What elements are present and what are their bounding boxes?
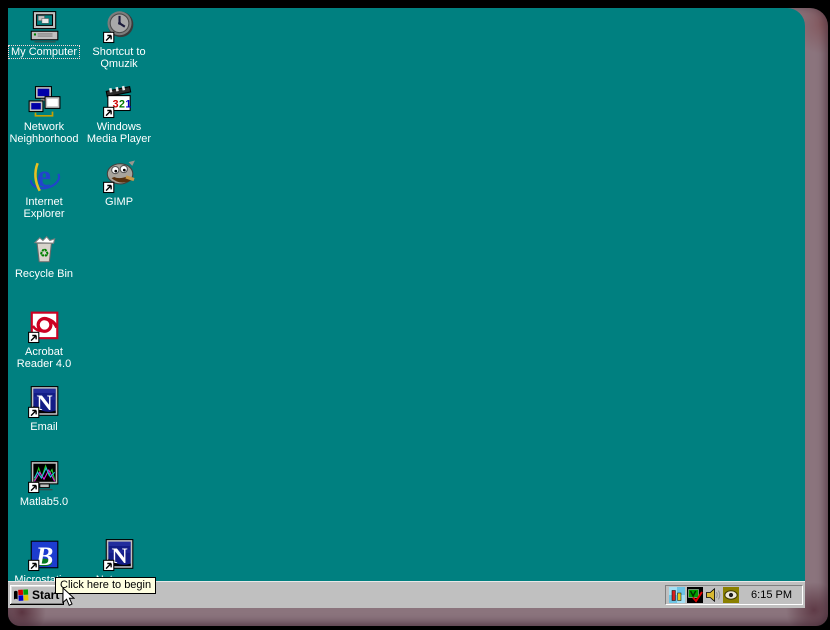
desktop-icon-network-neighborhood[interactable]: Network Neighborhood bbox=[8, 85, 81, 145]
desktop-icon-label: Recycle Bin bbox=[13, 268, 75, 280]
system-tray: 6:15 PM bbox=[665, 585, 803, 605]
gimp-icon bbox=[102, 160, 136, 194]
desktop-icon-shortcut-to-qmuzik[interactable]: Shortcut to Qmuzik bbox=[82, 10, 156, 70]
desktop[interactable]: My ComputerShortcut to Qmuzik Network Nei… bbox=[8, 8, 805, 608]
svg-text:1: 1 bbox=[125, 98, 131, 110]
clock-icon bbox=[102, 10, 136, 44]
desktop-icon-acrobat-reader-4-0[interactable]: Acrobat Reader 4.0 bbox=[8, 310, 81, 370]
desktop-icon-my-computer[interactable]: My Computer bbox=[8, 10, 81, 58]
desktop-icon-windows-media-player[interactable]: 321Windows Media Player bbox=[82, 85, 156, 145]
eye-icon[interactable] bbox=[723, 587, 739, 603]
desktop-icon-label: My Computer bbox=[9, 46, 79, 58]
taskbar-clock[interactable]: 6:15 PM bbox=[741, 589, 798, 601]
matlab-icon bbox=[27, 460, 61, 494]
desktop-icon-label: Internet Explorer bbox=[8, 196, 81, 220]
mouse-cursor-icon bbox=[62, 587, 75, 608]
netscape-icon: N bbox=[27, 385, 61, 419]
desktop-icon-label: Email bbox=[28, 421, 60, 433]
desktop-icon-label: GIMP bbox=[103, 196, 135, 208]
desktop-icon-recycle-bin[interactable]: ♻ Recycle Bin bbox=[8, 232, 81, 280]
desktop-icon-label: Network Neighborhood bbox=[8, 121, 81, 145]
desktop-icon-internet-explorer[interactable]: eInternet Explorer bbox=[8, 160, 81, 220]
windows-logo-icon bbox=[13, 588, 29, 603]
desktop-icon-label: Shortcut to Qmuzik bbox=[82, 46, 156, 70]
desktop-icon-matlab5-0[interactable]: Matlab5.0 bbox=[8, 460, 81, 508]
antivirus-icon[interactable] bbox=[687, 587, 703, 603]
task-monitor-icon[interactable] bbox=[669, 587, 685, 603]
recycle-bin-icon: ♻ bbox=[27, 232, 61, 266]
network-neighborhood-icon bbox=[27, 85, 61, 119]
desktop-icon-label: Acrobat Reader 4.0 bbox=[8, 346, 81, 370]
internet-explorer-icon: e bbox=[27, 160, 61, 194]
acrobat-reader-icon bbox=[27, 310, 61, 344]
my-computer-icon bbox=[27, 10, 61, 44]
microstation-icon: B bbox=[27, 538, 61, 572]
tray-icon-group bbox=[669, 587, 739, 603]
netscape-icon: N bbox=[102, 538, 136, 572]
desktop-icon-label: Windows Media Player bbox=[82, 121, 156, 145]
svg-text:2: 2 bbox=[119, 98, 125, 110]
desktop-icon-gimp[interactable]: GIMP bbox=[82, 160, 156, 208]
desktop-icon-label: Matlab5.0 bbox=[18, 496, 70, 508]
volume-icon[interactable] bbox=[705, 587, 721, 603]
desktop-icon-email[interactable]: N Email bbox=[8, 385, 81, 433]
svg-text:♻: ♻ bbox=[39, 247, 49, 260]
media-player-icon: 321 bbox=[102, 85, 136, 119]
